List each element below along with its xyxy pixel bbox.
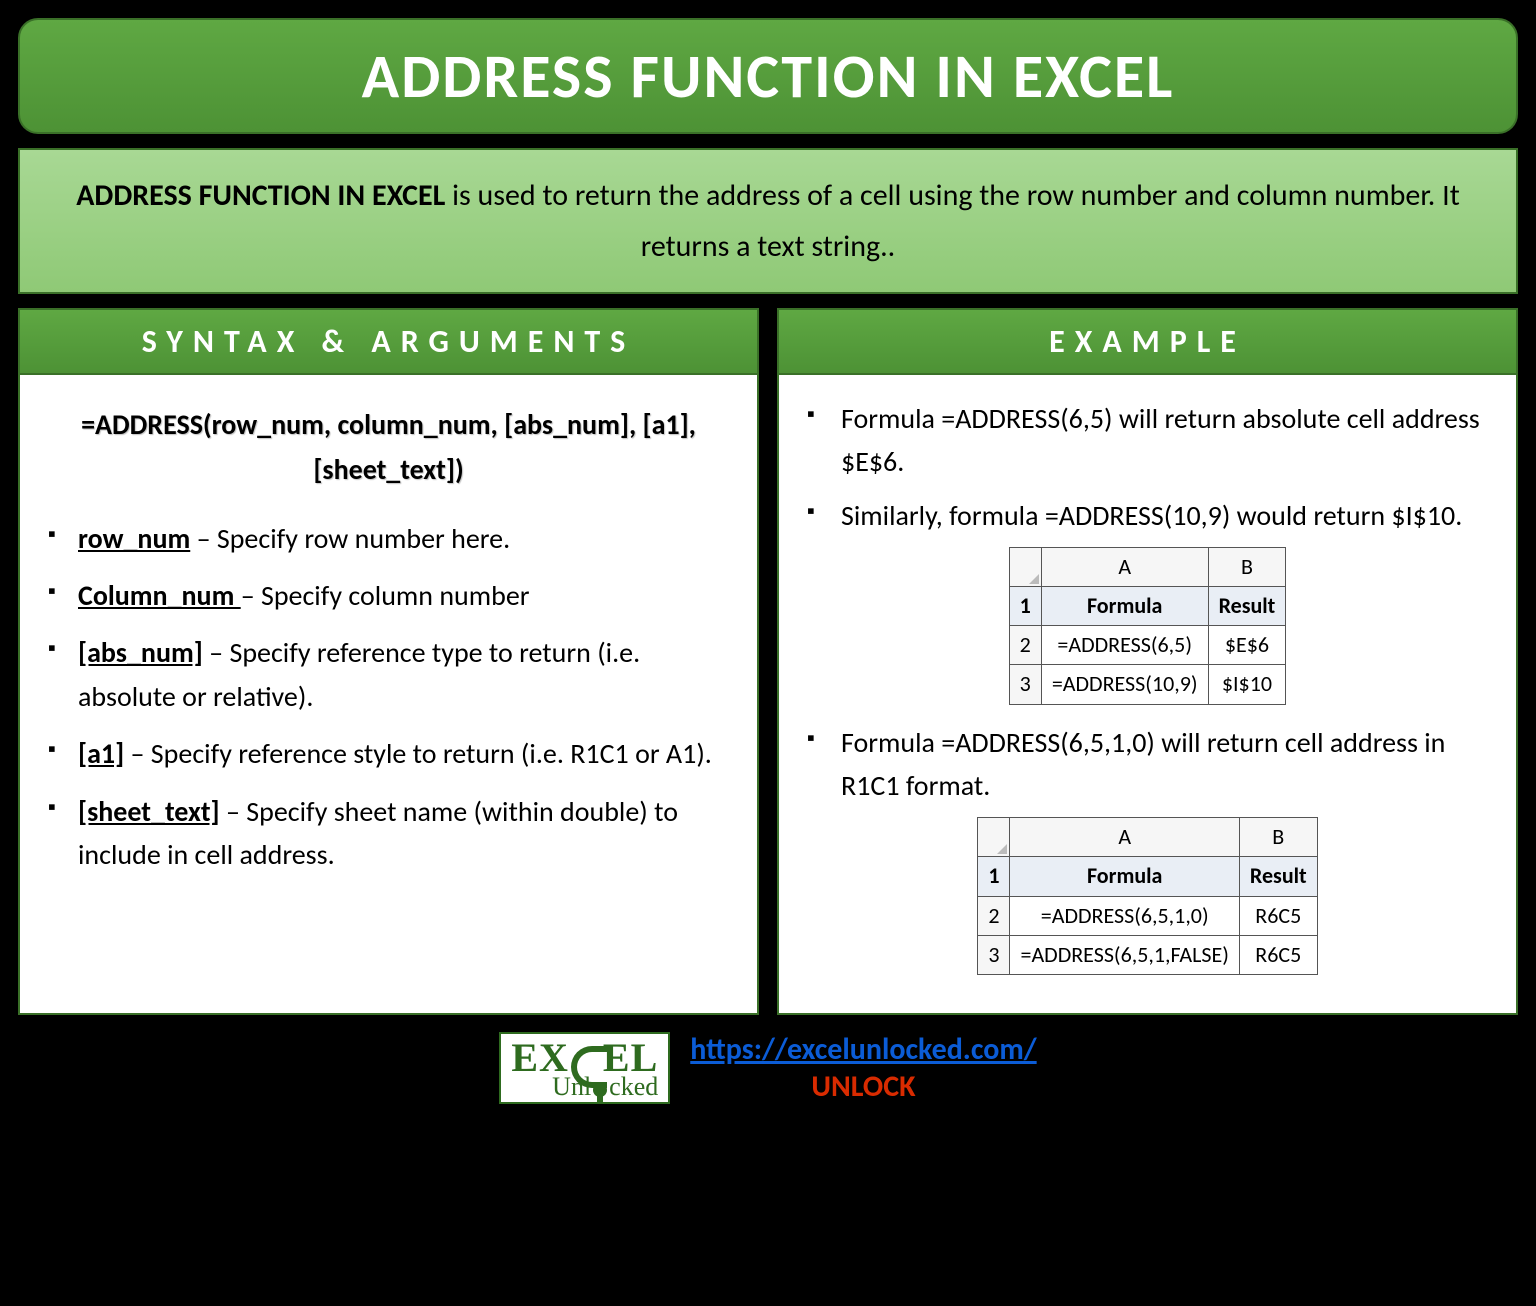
arg-name: row_num — [78, 521, 190, 556]
arg-abs-num: [abs_num] – Specify reference type to re… — [48, 631, 737, 718]
arg-desc: – Specify column number — [241, 578, 530, 613]
rownum: 1 — [978, 857, 1010, 896]
cell: R6C5 — [1239, 896, 1317, 935]
example-table-2: A B 1 Formula Result 2 =ADDRESS(6,5,1,0)… — [977, 817, 1317, 974]
columns: SYNTAX & ARGUMENTS =ADDRESS(row_num, col… — [18, 308, 1518, 1015]
footer-link[interactable]: https://excelunlocked.com/ — [690, 1031, 1036, 1068]
logo: EXEL Unlcked — [499, 1032, 670, 1104]
cell: $E$6 — [1208, 626, 1286, 665]
keyhole-icon — [593, 1083, 607, 1097]
cell-corner — [978, 818, 1010, 857]
example-header: EXAMPLE — [777, 308, 1518, 375]
footer: EXEL Unlcked https://excelunlocked.com/ … — [18, 1031, 1518, 1105]
logo-bottom: Unlcked — [511, 1074, 658, 1100]
footer-text: https://excelunlocked.com/ UNLOCK — [690, 1031, 1036, 1105]
arg-name: [a1] — [78, 736, 124, 771]
arg-a1: [a1] – Specify reference style to return… — [48, 732, 737, 775]
cell: Result — [1239, 857, 1317, 896]
rownum: 3 — [1009, 665, 1041, 704]
col-b: B — [1208, 548, 1286, 587]
argument-list: row_num – Specify row number here. Colum… — [40, 517, 737, 877]
cell: $I$10 — [1208, 665, 1286, 704]
logo-text: cked — [609, 1072, 658, 1101]
rownum: 3 — [978, 935, 1010, 974]
arg-desc: – Specify reference style to return (i.e… — [124, 736, 712, 771]
title-bar: ADDRESS FUNCTION IN EXCEL — [18, 18, 1518, 134]
syntax-formula: =ADDRESS(row_num, column_num, [abs_num],… — [70, 403, 707, 493]
col-a: A — [1010, 818, 1239, 857]
arg-row-num: row_num – Specify row number here. — [48, 517, 737, 560]
syntax-header: SYNTAX & ARGUMENTS — [18, 308, 759, 375]
cell: =ADDRESS(10,9) — [1041, 665, 1208, 704]
description-strong: ADDRESS FUNCTION IN EXCEL — [76, 177, 445, 214]
example-column: EXAMPLE Formula =ADDRESS(6,5) will retur… — [777, 308, 1518, 1015]
cell: =ADDRESS(6,5) — [1041, 626, 1208, 665]
page-title: ADDRESS FUNCTION IN EXCEL — [50, 38, 1486, 114]
example-list: Formula =ADDRESS(6,5) will return absolu… — [799, 397, 1496, 537]
rownum: 1 — [1009, 587, 1041, 626]
syntax-body: =ADDRESS(row_num, column_num, [abs_num],… — [18, 375, 759, 1015]
rownum: 2 — [1009, 626, 1041, 665]
arg-name: [abs_num] — [78, 635, 203, 670]
example-bullet-2: Similarly, formula =ADDRESS(10,9) would … — [807, 494, 1496, 537]
rownum: 2 — [978, 896, 1010, 935]
footer-unlock: UNLOCK — [690, 1068, 1036, 1105]
col-b: B — [1239, 818, 1317, 857]
arg-column-num: Column_num – Specify column number — [48, 574, 737, 617]
description-box: ADDRESS FUNCTION IN EXCEL is used to ret… — [18, 148, 1518, 294]
cell: =ADDRESS(6,5,1,FALSE) — [1010, 935, 1239, 974]
col-a: A — [1041, 548, 1208, 587]
example-table-1: A B 1 Formula Result 2 =ADDRESS(6,5) $E$… — [1009, 547, 1287, 704]
cell: Formula — [1010, 857, 1239, 896]
cell-corner — [1009, 548, 1041, 587]
example-bullet-3: Formula =ADDRESS(6,5,1,0) will return ce… — [807, 721, 1496, 808]
cell: R6C5 — [1239, 935, 1317, 974]
cell: Result — [1208, 587, 1286, 626]
logo-text: Unl — [552, 1072, 591, 1101]
cell: Formula — [1041, 587, 1208, 626]
arg-name: Column_num — [78, 578, 241, 613]
description-text: is used to return the address of a cell … — [445, 177, 1459, 265]
arg-desc: – Specify row number here. — [190, 521, 510, 556]
example-list-2: Formula =ADDRESS(6,5,1,0) will return ce… — [799, 721, 1496, 808]
arg-name: [sheet_text] — [78, 794, 220, 829]
syntax-column: SYNTAX & ARGUMENTS =ADDRESS(row_num, col… — [18, 308, 759, 1015]
example-bullet-1: Formula =ADDRESS(6,5) will return absolu… — [807, 397, 1496, 484]
arg-sheet-text: [sheet_text] – Specify sheet name (withi… — [48, 790, 737, 877]
example-body: Formula =ADDRESS(6,5) will return absolu… — [777, 375, 1518, 1015]
cell: =ADDRESS(6,5,1,0) — [1010, 896, 1239, 935]
